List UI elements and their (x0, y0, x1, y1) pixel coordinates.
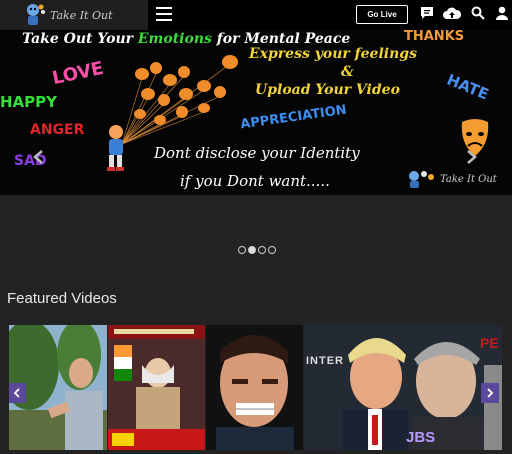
banner-ampersand: & (341, 64, 354, 80)
chevron-right-icon (487, 388, 494, 398)
featured-videos-heading: Featured Videos (7, 290, 117, 307)
hero-banner[interactable]: Take Out Your Emotions for Mental Peace … (0, 30, 512, 195)
logo-mascot-icon (27, 4, 45, 25)
thumbnail-overlay-pe: PE (480, 335, 499, 351)
chevron-left-icon (13, 388, 20, 398)
banner-emotions-word: Emotions (137, 31, 212, 47)
carousel-indicators (238, 246, 276, 254)
banner-headline: Take Out Your Emotions for Mental Peace (22, 31, 351, 47)
banner-disclose-line1: Dont disclose your Identity (154, 144, 360, 162)
banner-happy: HAPPY (0, 93, 58, 111)
chat-icon[interactable] (420, 6, 434, 20)
thumbnail-overlay-jbs: JBS (406, 429, 436, 446)
banner-small-logo: Take It Out (404, 169, 497, 189)
logo-text: Take It Out (50, 8, 113, 22)
carousel-dot-active[interactable] (248, 246, 256, 254)
cloud-upload-icon[interactable] (443, 6, 461, 20)
carousel-next-icon[interactable] (464, 150, 478, 164)
banner-love: LOVE (50, 57, 106, 90)
search-icon[interactable] (471, 6, 485, 20)
thumbnail-overlay-inter: INTER (306, 355, 344, 367)
go-live-button[interactable]: Go Live (356, 5, 408, 24)
banner-thanks: THANKS (404, 30, 465, 44)
slider-next-button[interactable] (481, 383, 499, 403)
featured-videos-slider: INTER PE JBS (9, 325, 502, 450)
slider-prev-button[interactable] (9, 383, 26, 403)
banner-hate: HATE (444, 70, 492, 104)
top-navbar: Take It Out Go Live (0, 0, 512, 30)
banner-appreciation: APPRECIATION (239, 102, 348, 133)
menu-icon[interactable] (156, 7, 172, 21)
site-logo[interactable]: Take It Out (0, 0, 148, 30)
banner-disclose-line2: if you Dont want..... (180, 172, 330, 190)
logo-mascot-icon (409, 171, 434, 188)
carousel-dot[interactable] (268, 246, 276, 254)
banner-anger: ANGER (30, 122, 85, 138)
carousel-prev-icon[interactable] (32, 150, 46, 164)
video-thumbnail[interactable] (108, 325, 205, 450)
banner-upload: Upload Your Video (255, 82, 400, 98)
user-icon[interactable] (495, 6, 509, 20)
banner-express: Express your feelings (249, 46, 417, 62)
video-thumbnail[interactable]: INTER PE JBS (304, 325, 502, 450)
video-thumbnail[interactable] (206, 325, 303, 450)
carousel-dot[interactable] (238, 246, 246, 254)
carousel-dot[interactable] (258, 246, 266, 254)
